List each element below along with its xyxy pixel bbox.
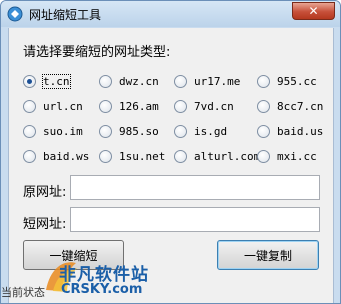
service-radio-suo-im[interactable]: suo.im bbox=[23, 123, 83, 139]
service-radio-7vd-cn[interactable]: 7vd.cn bbox=[174, 98, 234, 114]
radio-button-icon[interactable] bbox=[23, 124, 36, 138]
service-radio-label: 7vd.cn bbox=[194, 99, 234, 113]
short-url-input[interactable] bbox=[70, 207, 320, 232]
radio-button-icon[interactable] bbox=[257, 74, 270, 88]
service-radio-dwz-cn[interactable]: dwz.cn bbox=[99, 73, 159, 89]
radio-button-icon[interactable] bbox=[23, 74, 36, 88]
service-radio-label: is.gd bbox=[194, 124, 228, 138]
service-radio-label: 8cc7.cn bbox=[277, 99, 324, 113]
service-radio-alturl-com[interactable]: alturl.com bbox=[174, 148, 260, 164]
short-url-label: 短网址: bbox=[23, 217, 67, 232]
radio-button-icon[interactable] bbox=[23, 99, 36, 113]
service-radio-label: 985.so bbox=[119, 124, 159, 138]
original-url-label: 原网址: bbox=[23, 185, 67, 200]
app-window: 网址缩短工具 ✕ 请选择要缩短的网址类型: t.cn dwz.cn ur17.me 9… bbox=[0, 0, 341, 304]
service-radio-label: mxi.cc bbox=[277, 149, 317, 163]
service-radio-label: 1su.net bbox=[119, 149, 166, 163]
type-prompt: 请选择要缩短的网址类型: bbox=[23, 45, 171, 60]
service-radio-1su-net[interactable]: 1su.net bbox=[99, 148, 165, 164]
service-radio-label: url.cn bbox=[43, 99, 83, 113]
service-radio-ur17-me[interactable]: ur17.me bbox=[174, 73, 240, 89]
radio-button-icon[interactable] bbox=[174, 74, 187, 88]
copy-button-label: 一键复制 bbox=[243, 248, 292, 263]
service-radio-label: alturl.com bbox=[194, 149, 261, 163]
service-radio-985-so[interactable]: 985.so bbox=[99, 123, 159, 139]
watermark-domain: CRSKY.com bbox=[61, 282, 143, 297]
radio-button-icon[interactable] bbox=[174, 99, 187, 113]
service-radio-8cc7-cn[interactable]: 8cc7.cn bbox=[257, 98, 323, 114]
radio-button-icon[interactable] bbox=[257, 124, 270, 138]
service-radio-baid-ws[interactable]: baid.ws bbox=[23, 148, 89, 164]
radio-button-icon[interactable] bbox=[99, 74, 112, 88]
close-button[interactable]: ✕ bbox=[292, 2, 335, 20]
service-radio-label: 126.am bbox=[119, 99, 159, 113]
service-radio-label: ur17.me bbox=[194, 74, 241, 88]
copy-button[interactable]: 一键复制 bbox=[217, 240, 319, 270]
radio-button-icon[interactable] bbox=[99, 124, 112, 138]
service-radio-t-cn[interactable]: t.cn bbox=[23, 73, 71, 89]
app-icon bbox=[7, 6, 23, 22]
close-icon: ✕ bbox=[308, 4, 319, 18]
service-radio-label: baid.us bbox=[277, 124, 324, 138]
title-bar[interactable]: 网址缩短工具 ✕ bbox=[1, 1, 340, 27]
radio-button-icon[interactable] bbox=[99, 149, 112, 163]
radio-button-icon[interactable] bbox=[257, 149, 270, 163]
window-title: 网址缩短工具 bbox=[29, 8, 102, 22]
radio-button-icon[interactable] bbox=[99, 99, 112, 113]
service-radio-mxi-cc[interactable]: mxi.cc bbox=[257, 148, 317, 164]
service-radio-label: t.cn bbox=[42, 73, 71, 89]
service-radio-url-cn[interactable]: url.cn bbox=[23, 98, 83, 114]
status-text: 当前状态 bbox=[1, 286, 45, 299]
radio-button-icon[interactable] bbox=[23, 149, 36, 163]
radio-button-icon[interactable] bbox=[257, 99, 270, 113]
service-radio-is-gd[interactable]: is.gd bbox=[174, 123, 227, 139]
radio-button-icon[interactable] bbox=[174, 149, 187, 163]
service-radio-955-cc[interactable]: 955.cc bbox=[257, 73, 317, 89]
service-radio-label: baid.ws bbox=[43, 149, 90, 163]
service-radio-label: suo.im bbox=[43, 124, 83, 138]
radio-button-icon[interactable] bbox=[174, 124, 187, 138]
service-radio-126-am[interactable]: 126.am bbox=[99, 98, 159, 114]
service-radio-label: 955.cc bbox=[277, 74, 317, 88]
original-url-input[interactable] bbox=[70, 175, 320, 200]
service-radio-baid-us[interactable]: baid.us bbox=[257, 123, 323, 139]
service-radio-label: dwz.cn bbox=[119, 74, 159, 88]
